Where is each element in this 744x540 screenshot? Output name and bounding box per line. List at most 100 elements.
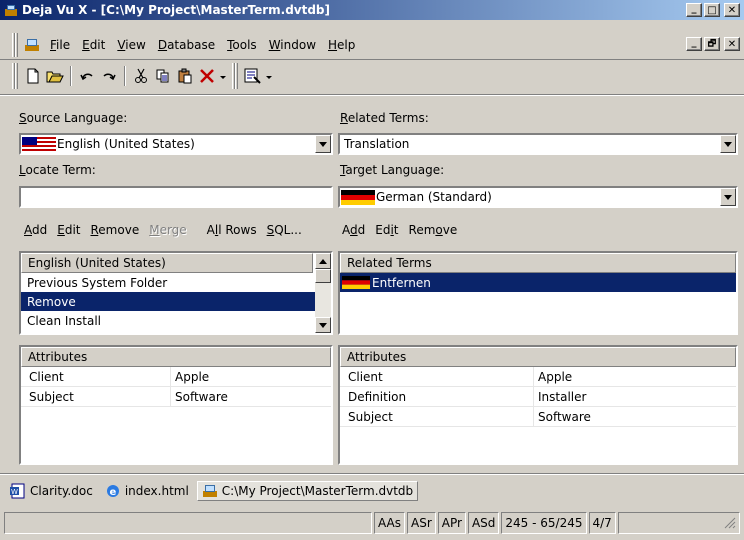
menu-edit[interactable]: Edit bbox=[76, 38, 111, 52]
remove-related-button[interactable]: Remove bbox=[409, 223, 458, 237]
document-system-icon[interactable] bbox=[24, 37, 40, 53]
redo-button[interactable] bbox=[98, 65, 120, 87]
minimize-button[interactable]: _ bbox=[686, 3, 702, 17]
toolbar-grip-4[interactable] bbox=[235, 63, 238, 89]
tab-clarity-doc[interactable]: W Clarity.doc bbox=[6, 481, 97, 501]
scroll-thumb[interactable] bbox=[315, 269, 331, 283]
toolbar-grip-2[interactable] bbox=[15, 63, 18, 89]
term-attributes-header[interactable]: Attributes bbox=[21, 347, 331, 367]
source-language-value: English (United States) bbox=[57, 137, 195, 151]
term-row[interactable]: Previous System Folder bbox=[21, 273, 331, 292]
paste-button[interactable] bbox=[174, 65, 196, 87]
term-list-header[interactable]: English (United States) bbox=[21, 253, 313, 273]
add-related-button[interactable]: Add bbox=[342, 223, 365, 237]
properties-dropdown-button[interactable] bbox=[264, 65, 274, 87]
delete-dropdown-button[interactable] bbox=[218, 65, 228, 87]
related-terms-list[interactable]: Related Terms Entfernen bbox=[338, 251, 738, 335]
paste-icon bbox=[178, 68, 192, 84]
open-button[interactable] bbox=[44, 65, 66, 87]
menu-tools[interactable]: Tools bbox=[221, 38, 263, 52]
target-language-select[interactable]: German (Standard) bbox=[338, 186, 738, 208]
attr-name: Client bbox=[21, 367, 171, 386]
all-rows-button[interactable]: All Rows bbox=[207, 223, 257, 237]
merge-term-button[interactable]: Merge bbox=[149, 223, 186, 237]
status-bar: AAs ASr APr ASd 245 - 65/245 4/7 bbox=[4, 512, 740, 534]
term-row-selected[interactable]: Remove bbox=[21, 292, 331, 311]
toolbar-separator bbox=[124, 66, 126, 86]
dejavu-app-icon[interactable] bbox=[3, 2, 19, 18]
attr-name: Client bbox=[340, 367, 534, 386]
properties-button[interactable] bbox=[242, 65, 264, 87]
attr-name: Subject bbox=[21, 387, 171, 406]
source-language-select[interactable]: English (United States) bbox=[19, 133, 333, 155]
term-row[interactable]: Clean Install bbox=[21, 311, 331, 330]
german-flag-icon bbox=[342, 276, 370, 289]
menu-database[interactable]: Database bbox=[152, 38, 221, 52]
table-row[interactable]: Client Apple bbox=[21, 367, 331, 387]
tab-masterterm[interactable]: C:\My Project\MasterTerm.dvtdb bbox=[196, 481, 419, 501]
remove-term-button[interactable]: Remove bbox=[90, 223, 139, 237]
maximize-button[interactable]: □ bbox=[704, 3, 720, 17]
attr-name: Definition bbox=[340, 387, 534, 406]
menu-view[interactable]: View bbox=[111, 38, 151, 52]
copy-button[interactable] bbox=[152, 65, 174, 87]
locate-term-input[interactable] bbox=[19, 186, 333, 208]
chevron-down-icon bbox=[724, 194, 732, 200]
table-row[interactable]: Client Apple bbox=[340, 367, 736, 387]
menu-help[interactable]: Help bbox=[322, 38, 361, 52]
tab-label: C:\My Project\MasterTerm.dvtdb bbox=[221, 484, 414, 498]
related-terms-select[interactable]: Translation bbox=[338, 133, 738, 155]
scroll-down-button[interactable] bbox=[315, 317, 331, 333]
delete-button[interactable] bbox=[196, 65, 218, 87]
edit-term-button[interactable]: Edit bbox=[57, 223, 80, 237]
chevron-up-icon bbox=[319, 258, 327, 264]
related-attributes-header[interactable]: Attributes bbox=[340, 347, 736, 367]
new-button[interactable] bbox=[22, 65, 44, 87]
close-icon: ✕ bbox=[727, 4, 737, 16]
status-pane-empty bbox=[617, 512, 740, 534]
child-minimize-button[interactable]: _ bbox=[686, 37, 702, 51]
menu-file[interactable]: File bbox=[44, 38, 76, 52]
scroll-up-button[interactable] bbox=[315, 253, 331, 269]
related-attributes-table[interactable]: Attributes Client Apple Definition Insta… bbox=[338, 345, 738, 465]
term-list[interactable]: English (United States) Previous System … bbox=[19, 251, 333, 335]
term-list-scrollbar[interactable] bbox=[315, 253, 331, 333]
dejavu-document-icon bbox=[202, 485, 217, 497]
resize-grip-icon[interactable] bbox=[724, 517, 736, 529]
child-restore-button[interactable]: 🗗 bbox=[704, 37, 720, 51]
chevron-down-icon bbox=[266, 76, 272, 79]
table-row[interactable]: Subject Software bbox=[340, 407, 736, 427]
source-language-dropdown[interactable] bbox=[315, 135, 331, 153]
status-pane-asd: ASd bbox=[467, 512, 500, 534]
cut-icon bbox=[135, 68, 147, 83]
properties-icon bbox=[244, 68, 261, 84]
new-icon bbox=[27, 68, 39, 84]
redo-icon bbox=[103, 73, 116, 81]
ie-document-icon: e bbox=[106, 485, 119, 498]
table-row[interactable]: Definition Installer bbox=[340, 387, 736, 407]
attr-value: Software bbox=[538, 409, 591, 424]
status-pane-position: 245 - 65/245 bbox=[501, 512, 587, 534]
locate-term-label: Locate Term: bbox=[19, 163, 96, 177]
title-bar[interactable]: Deja Vu X - [C:\My Project\MasterTerm.dv… bbox=[0, 0, 744, 20]
document-tabs: W Clarity.doc e index.html C:\My Project… bbox=[6, 480, 419, 502]
related-term-row-selected[interactable]: Entfernen bbox=[340, 273, 736, 292]
add-term-button[interactable]: Add bbox=[24, 223, 47, 237]
cut-button[interactable] bbox=[130, 65, 152, 87]
close-button[interactable]: ✕ bbox=[724, 3, 740, 17]
related-terms-dropdown[interactable] bbox=[720, 135, 736, 153]
child-close-button[interactable]: ✕ bbox=[724, 37, 740, 51]
tab-index-html[interactable]: e index.html bbox=[101, 481, 193, 501]
edit-related-button[interactable]: Edit bbox=[375, 223, 398, 237]
status-message bbox=[4, 512, 372, 534]
table-row[interactable]: Subject Software bbox=[21, 387, 331, 407]
sql-button[interactable]: SQL... bbox=[267, 223, 302, 237]
menu-grip-2[interactable] bbox=[15, 33, 18, 57]
target-language-dropdown[interactable] bbox=[720, 188, 736, 206]
related-terms-label: Related Terms: bbox=[340, 111, 429, 125]
term-attributes-table[interactable]: Attributes Client Apple Subject Software bbox=[19, 345, 333, 465]
menu-window[interactable]: Window bbox=[263, 38, 322, 52]
attr-value: Apple bbox=[175, 369, 210, 384]
undo-button[interactable] bbox=[76, 65, 98, 87]
related-list-header[interactable]: Related Terms bbox=[340, 253, 736, 273]
